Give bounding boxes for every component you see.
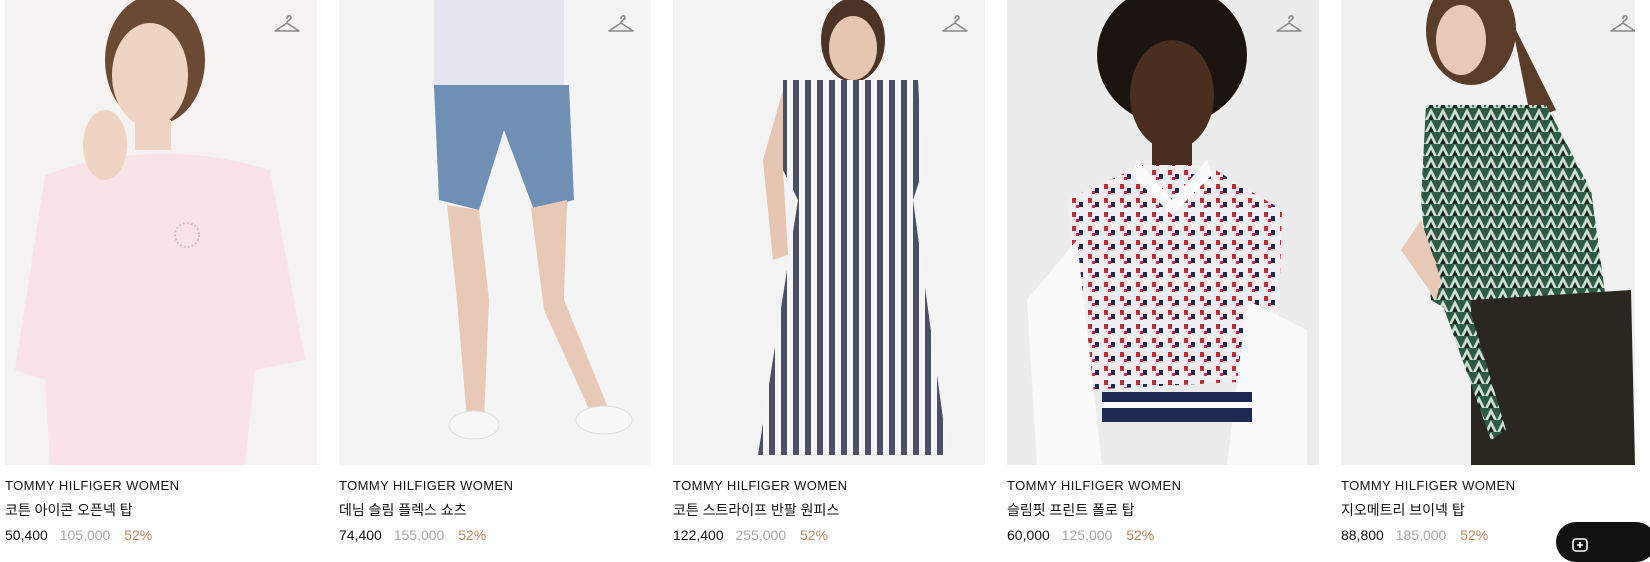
floating-chat-button[interactable] [1556,522,1650,562]
product-card[interactable]: TOMMY HILFIGER WOMEN 지오메트리 브이넥 탑 88,800 … [1341,0,1635,543]
product-brand[interactable]: TOMMY HILFIGER WOMEN [1341,478,1635,493]
hanger-icon [1276,15,1302,32]
product-name[interactable]: 지오메트리 브이넥 탑 [1341,500,1635,520]
product-photo-denim-shorts [339,0,651,465]
sale-price: 88,800 [1341,527,1384,543]
product-price: 60,000 125,000 52% [1007,527,1319,543]
hanger-icon [608,15,634,32]
product-photo-print-polo [1007,0,1319,465]
original-price: 255,000 [735,527,787,543]
discount-rate: 52% [124,527,153,543]
product-photo-geometric-top [1341,0,1635,465]
wishlist-button[interactable] [1609,12,1635,36]
product-card[interactable]: TOMMY HILFIGER WOMEN 코튼 스트라이프 반팔 원피스 122… [673,0,985,543]
product-name[interactable]: 코튼 아이콘 오픈넥 탑 [5,500,317,520]
wishlist-button[interactable] [941,12,969,36]
product-price: 122,400 255,000 52% [673,527,985,543]
original-price: 125,000 [1061,527,1113,543]
product-card[interactable]: TOMMY HILFIGER WOMEN 코튼 아이콘 오픈넥 탑 50,400… [5,0,317,543]
product-image[interactable] [5,0,317,465]
wishlist-button[interactable] [607,12,635,36]
product-image[interactable] [339,0,651,465]
product-name[interactable]: 데님 슬림 플렉스 쇼츠 [339,500,651,520]
product-card[interactable]: TOMMY HILFIGER WOMEN 데님 슬림 플렉스 쇼츠 74,400… [339,0,651,543]
wishlist-button[interactable] [1275,12,1303,36]
product-price: 50,400 105,000 52% [5,527,317,543]
product-image[interactable] [1007,0,1319,465]
product-brand[interactable]: TOMMY HILFIGER WOMEN [1007,478,1319,493]
product-brand[interactable]: TOMMY HILFIGER WOMEN [339,478,651,493]
original-price: 105,000 [59,527,111,543]
sale-price: 122,400 [673,527,724,543]
hanger-icon [1610,15,1635,32]
product-photo-pink-top [5,0,317,465]
product-brand[interactable]: TOMMY HILFIGER WOMEN [5,478,317,493]
product-grid: TOMMY HILFIGER WOMEN 코튼 아이콘 오픈넥 탑 50,400… [5,0,1635,543]
product-photo-striped-dress [673,0,985,465]
discount-rate: 52% [800,527,829,543]
sale-price: 50,400 [5,527,48,543]
product-card[interactable]: TOMMY HILFIGER WOMEN 슬림핏 프린트 폴로 탑 60,000… [1007,0,1319,543]
product-name[interactable]: 코튼 스트라이프 반팔 원피스 [673,500,985,520]
discount-rate: 52% [1126,527,1155,543]
product-brand[interactable]: TOMMY HILFIGER WOMEN [673,478,985,493]
product-image[interactable] [673,0,985,465]
wishlist-button[interactable] [273,12,301,36]
chat-icon [1572,538,1588,552]
sale-price: 74,400 [339,527,382,543]
product-price: 74,400 155,000 52% [339,527,651,543]
product-name[interactable]: 슬림핏 프린트 폴로 탑 [1007,500,1319,520]
discount-rate: 52% [1460,527,1489,543]
hanger-icon [274,15,300,32]
discount-rate: 52% [458,527,487,543]
hanger-icon [942,15,968,32]
original-price: 185,000 [1395,527,1447,543]
product-image[interactable] [1341,0,1635,465]
original-price: 155,000 [393,527,445,543]
sale-price: 60,000 [1007,527,1050,543]
